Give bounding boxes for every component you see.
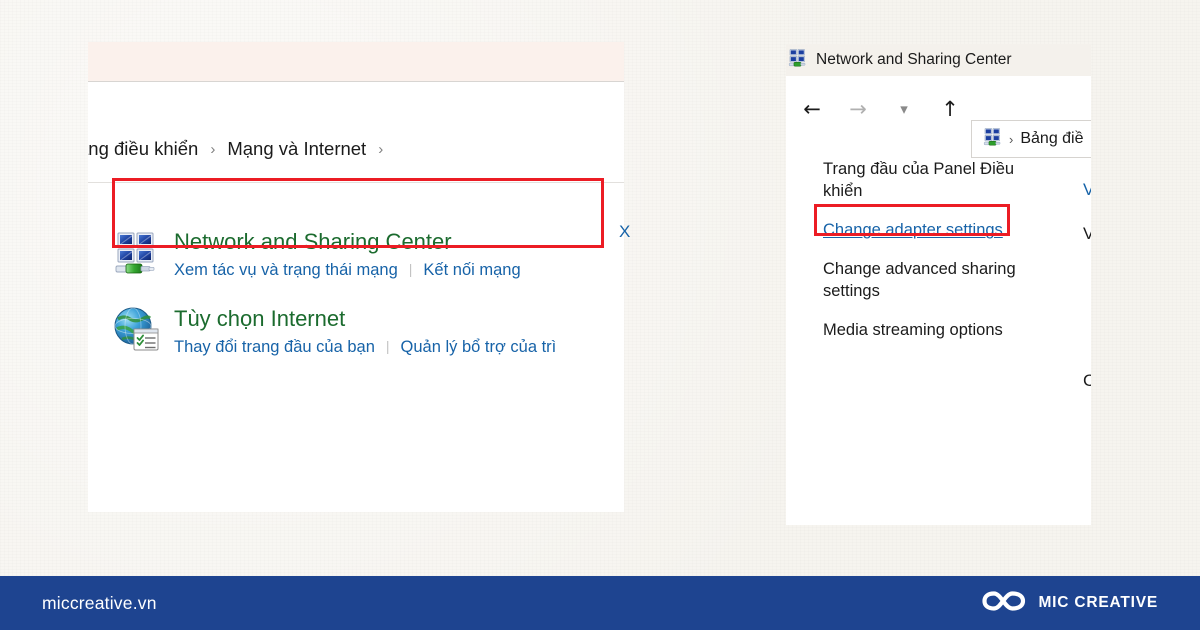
footer-website-url[interactable]: miccreative.vn xyxy=(42,593,157,614)
address-bar-separator-icon: › xyxy=(1009,131,1014,147)
control-panel-window: ảng điều khiển › Mạng và Internet › Netw… xyxy=(88,42,624,512)
window-body: ← → ▾ ↑ › Bảng điề Trang đầu của Panel Đ… xyxy=(786,76,1091,525)
category-title[interactable]: Tùy chọn Internet xyxy=(174,306,556,332)
content-divider xyxy=(88,182,624,183)
footer-brand-name: MIC CREATIVE xyxy=(1038,594,1158,611)
breadcrumb-item-control-panel[interactable]: ảng điều khiển xyxy=(88,138,198,160)
address-bar[interactable]: › Bảng điề xyxy=(971,120,1091,158)
task-link-change-advanced-sharing-settings[interactable]: Change advanced sharing settings xyxy=(823,258,1033,302)
breadcrumb-separator-icon: › xyxy=(210,140,216,158)
category-title[interactable]: Network and Sharing Center xyxy=(174,229,521,255)
breadcrumb-separator-icon: › xyxy=(378,140,384,158)
category-links: Xem tác vụ và trạng thái mạng | Kết nối … xyxy=(174,260,521,280)
task-pane: Trang đầu của Panel Điều khiển Change ad… xyxy=(823,158,1033,358)
internet-options-globe-icon xyxy=(112,305,160,353)
footer-bar: miccreative.vn MIC CREATIVE xyxy=(0,576,1200,630)
link-divider: | xyxy=(408,261,413,277)
infinity-loop-icon xyxy=(981,587,1027,620)
clipped-text-right-column: C xyxy=(1083,371,1091,390)
arrow-right-icon[interactable]: → xyxy=(841,92,875,126)
category-internet-options[interactable]: Tùy chọn Internet Thay đổi trang đầu của… xyxy=(112,305,556,357)
task-link-change-adapter-settings[interactable]: Change adapter settings xyxy=(823,219,1003,241)
category-text-block: Tùy chọn Internet Thay đổi trang đầu của… xyxy=(174,305,556,357)
category-text-block: Network and Sharing Center Xem tác vụ và… xyxy=(174,228,521,280)
clipped-link-text: X xyxy=(619,222,631,241)
clipped-text-right-column: V xyxy=(1083,224,1091,243)
footer-brand: MIC CREATIVE xyxy=(981,587,1158,620)
address-bar-path: Bảng điề xyxy=(1020,130,1084,147)
link-divider: | xyxy=(385,338,390,354)
breadcrumb[interactable]: ảng điều khiển › Mạng và Internet › xyxy=(88,138,385,160)
window-chrome-separator xyxy=(88,81,624,82)
category-links: Thay đổi trang đầu của bạn | Quản lý bổ … xyxy=(174,337,556,357)
task-link-change-adapter-settings-wrapper: Change adapter settings xyxy=(823,219,1033,241)
clipped-text-right-column: V xyxy=(1083,180,1091,199)
task-link-control-panel-home[interactable]: Trang đầu của Panel Điều khiển xyxy=(823,158,1033,202)
task-link-media-streaming-options[interactable]: Media streaming options xyxy=(823,319,1033,341)
arrow-up-icon[interactable]: ↑ xyxy=(933,92,967,126)
network-sharing-center-icon xyxy=(112,228,160,276)
network-sharing-center-window: Network and Sharing Center ← → ▾ ↑ › Bản… xyxy=(786,44,1091,525)
breadcrumb-item-network-internet[interactable]: Mạng và Internet xyxy=(227,138,366,160)
category-network-and-sharing-center[interactable]: Network and Sharing Center Xem tác vụ và… xyxy=(112,228,521,280)
link-view-network-status[interactable]: Xem tác vụ và trạng thái mạng xyxy=(174,260,398,280)
link-network-connections[interactable]: Kết nối mạng xyxy=(423,260,520,280)
chevron-down-icon[interactable]: ▾ xyxy=(887,92,921,126)
window-titlebar: Network and Sharing Center xyxy=(786,44,1091,76)
address-bar-network-sharing-center-icon xyxy=(983,127,1002,151)
link-manage-browser-addons[interactable]: Quản lý bổ trợ của trì xyxy=(401,337,557,357)
titlebar-network-sharing-center-icon xyxy=(788,48,807,72)
window-chrome-band xyxy=(88,42,624,81)
link-change-homepage[interactable]: Thay đổi trang đầu của bạn xyxy=(174,337,375,357)
arrow-left-icon[interactable]: ← xyxy=(795,92,829,126)
window-title: Network and Sharing Center xyxy=(816,51,1012,68)
